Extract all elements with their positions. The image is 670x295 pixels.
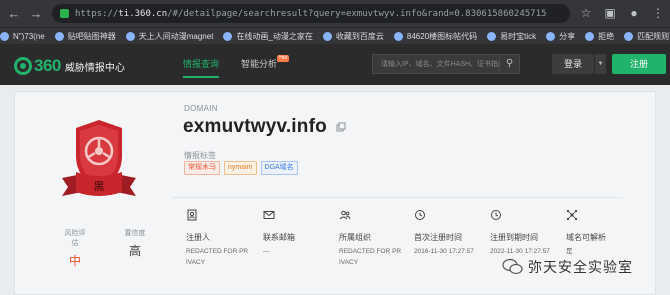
bookmark-icon [54,31,64,41]
login-button[interactable]: 登录 [552,54,594,74]
bookmark-item[interactable]: N")73(ne [0,31,45,41]
bookmark-icon [125,31,135,41]
tag-list: 常规木马 nymaim DGA域名 [184,161,298,175]
risk-rating: 风险评估 中 [64,230,86,268]
site-logo[interactable]: 360 威胁情报中心 [14,56,125,76]
star-icon[interactable]: ☆ [578,5,594,21]
network-icon [566,209,578,221]
bookmark-icon [624,31,634,41]
blacklist-shield-icon: 黑 [62,120,136,196]
address-bar[interactable]: https://ti.360.cn/#/detailpage/searchres… [52,4,570,23]
lock-icon [60,9,69,18]
copy-icon[interactable] [336,122,346,132]
bookmark-icon [0,31,9,41]
tags-label: 情报标签 [184,151,216,160]
info-registrant: 注册人 REDACTED FOR PR IVACY [186,208,266,268]
extension-icon[interactable]: ▣ [602,5,618,21]
confidence: 置信度 高 [124,230,146,258]
bookmark-icon [322,31,332,41]
tag-trojan[interactable]: 常规木马 [184,161,220,175]
info-expiry: 注册到期时间 2022-11-30 17:27:57 [490,208,570,257]
tag-dga[interactable]: DGA域名 [260,161,298,175]
bookmark-item[interactable]: 贴吧贴图神器 [54,31,116,42]
profile-icon[interactable]: ● [626,5,642,21]
bookmark-item[interactable]: 匹配规则 [624,31,669,42]
site-header: 360 威胁情报中心 情报查询 智能分析 Hot 请输入IP、域名、文件HASH、… [0,44,670,85]
menu-icon[interactable]: ⋮ [650,5,666,21]
info-email: 联系邮箱 — [263,208,343,257]
bookmarks-bar: N")73(ne 贴吧贴图神器 天上人间动漫magnet 在线动画_动漫之家在 … [0,27,670,44]
type-label: DOMAIN [184,104,218,113]
wechat-icon [502,258,523,275]
bookmark-item[interactable]: 84620楼图标帖代码 [393,31,477,42]
bookmark-item[interactable]: 分享 [546,31,575,42]
url-text: https://ti.360.cn/#/detailpage/searchres… [75,8,547,19]
info-resolvable: 域名可解析 是 [566,208,646,257]
nav-smart-analysis[interactable]: 智能分析 Hot [241,44,290,85]
hot-badge: Hot [277,55,290,62]
badge-text: 黑 [94,180,105,193]
chevron-down-icon[interactable]: ▼ [594,54,606,74]
bookmark-item[interactable]: 易时宝tick [487,31,536,42]
tag-nymaim[interactable]: nymaim [224,161,257,175]
back-icon[interactable]: ← [6,6,22,22]
bookmark-icon [585,31,595,41]
main-nav: 情报查询 智能分析 Hot [183,44,299,85]
register-button[interactable]: 注册 [612,54,666,74]
bookmark-icon [393,31,403,41]
watermark: 弥天安全实验室 [502,257,633,277]
domain-title: exmuvtwyv.info [183,116,327,137]
id-card-icon [187,209,197,221]
info-first-registered: 首次注册时间 2016-11-30 17:27:57 [414,208,494,257]
logo-icon [14,57,32,75]
people-icon [339,210,351,220]
bookmark-icon [546,31,556,41]
info-organization: 所属组织 REDACTED FOR PR IVACY [339,208,419,268]
bookmark-item[interactable]: 天上人间动漫magnet [125,31,213,42]
bookmark-item[interactable]: 收藏到百度云 [322,31,384,42]
search-icon[interactable]: ⚲ [500,54,520,74]
divider [172,197,622,198]
mail-icon [263,211,275,219]
bookmark-icon [487,31,497,41]
clock-icon [415,210,425,220]
search-input[interactable]: 请输入IP、域名、文件HASH、证书指纹 [372,54,500,74]
nav-intel-query[interactable]: 情报查询 [183,44,220,85]
bookmark-icon [223,31,233,41]
bookmark-item[interactable]: 在线动画_动漫之家在 [223,31,313,42]
clock-icon [491,210,501,220]
forward-icon[interactable]: → [28,6,44,22]
bookmark-item[interactable]: 拒绝 [585,31,614,42]
